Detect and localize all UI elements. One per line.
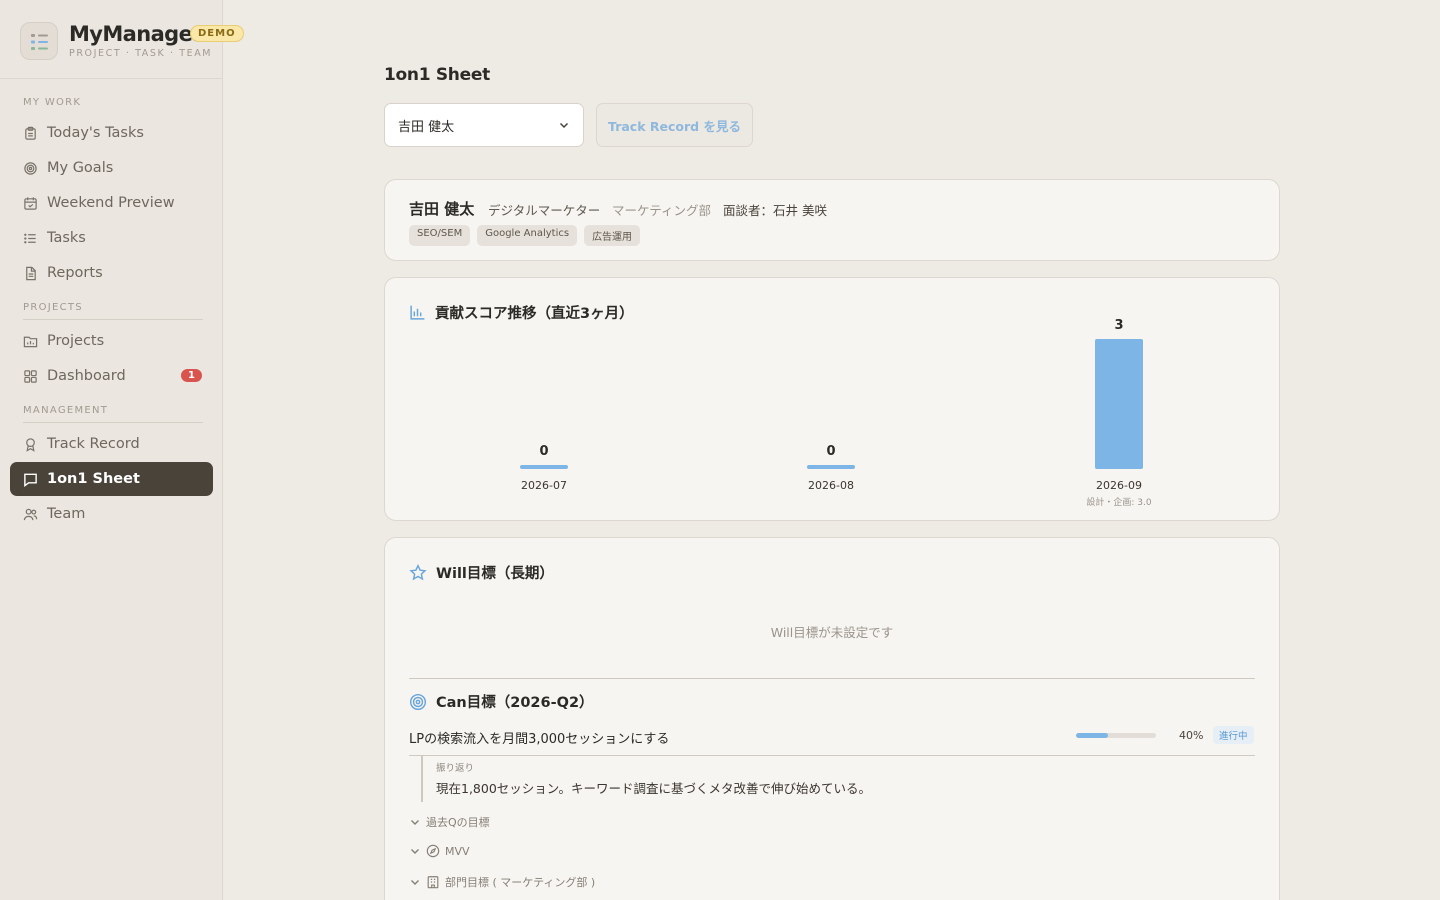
sidebar-item-my-goals[interactable]: My Goals [10,151,213,185]
section-divider [23,422,203,423]
profile-name: 吉田 健太 [409,200,475,218]
member-select[interactable]: 吉田 健太 [384,103,584,147]
sidebar-item-todays-tasks[interactable]: Today's Tasks [10,116,213,150]
sidebar-item-team[interactable]: Team [10,497,213,531]
app-subtitle: PROJECT · TASK · TEAM [69,48,213,59]
target-icon [409,693,427,710]
goal-progress-bar [1076,733,1156,738]
calendar-icon [24,196,37,210]
sidebar-item-label: Dashboard [47,368,126,384]
chart-tick-label: 2026-08 [808,479,854,492]
app-logo-icon[interactable] [20,22,58,60]
profile-interviewer: 面談者：石井 美咲 [723,203,827,218]
clipboard-icon [25,126,36,140]
chevron-down-icon [411,820,419,825]
skill-tag: Google Analytics [477,225,578,246]
sidebar-item-track-record[interactable]: Track Record [10,427,213,461]
grid-icon [24,369,37,383]
can-heading: Can目標（2026-Q2） [409,691,594,712]
list-icon [24,233,36,243]
sidebar-item-label: 1on1 Sheet [47,471,140,487]
member-select-value: 吉田 健太 [398,119,455,135]
sidebar-item-label: Today's Tasks [47,125,144,141]
collapsible-past-goals[interactable]: 過去Qの目標 [409,814,490,830]
skill-tag: 広告運用 [584,225,641,246]
chevron-down-icon [411,849,419,854]
document-icon [26,266,36,280]
star-icon [409,563,427,580]
brand-header: MyManager DEMO PROJECT · TASK · TEAM [0,0,244,79]
reflection-text: 現在1,800セッション。キーワード調査に基づくメタ改善で伸び始めている。 [436,781,872,796]
sidebar-item-reports[interactable]: Reports [10,256,213,290]
collapsible-department-goals[interactable]: 部門目標 ( マーケティング部 ) [409,874,595,890]
goal-progress-percent: 40% [1179,729,1204,742]
building-icon [427,876,439,889]
collapsible-label: 過去Qの目標 [426,816,490,829]
sidebar: MyManager DEMO PROJECT · TASK · TEAM MY … [0,0,244,900]
goals-card: Will目標（長期） Will目標が未設定です Can目標（2026-Q2） L… [384,537,1280,900]
chart-data-label: 0 [539,444,548,459]
profile-department: マーケティング部 [612,203,712,218]
chat-icon [24,473,37,487]
section-label-projects: PROJECTS [23,302,83,313]
folder-icon [23,336,38,347]
profile-card: 吉田 健太 デジタルマーケター マーケティング部 面談者：石井 美咲 SEO/S… [384,179,1280,261]
goal-reflection: 振り返り 現在1,800セッション。キーワード調査に基づくメタ改善で伸び始めてい… [421,756,1241,802]
sidebar-item-weekend-preview[interactable]: Weekend Preview [10,186,213,220]
sidebar-item-dashboard[interactable]: Dashboard 1 [10,359,213,393]
sidebar-item-1on1-sheet[interactable]: 1on1 Sheet [10,462,213,496]
collapsible-label: 部門目標 ( マーケティング部 ) [445,876,596,889]
sidebar-item-label: Track Record [47,436,140,452]
sidebar-item-label: My Goals [47,160,114,176]
demo-badge: DEMO [190,25,244,42]
chart-data-label: 0 [826,444,835,459]
compass-icon [426,844,440,858]
chart-annotation: 設計・企画: 3.0 [1086,496,1151,508]
goal-row[interactable]: LPの検索流入を月間3,000セッションにする 40% 進行中 [409,726,1255,756]
collapsible-mvv[interactable]: MVV [409,844,470,858]
can-title: Can目標（2026-Q2） [436,695,594,711]
notification-badge: 1 [181,369,202,382]
sidebar-item-label: Reports [47,265,103,281]
section-label-my-work: MY WORK [23,97,82,108]
sidebar-item-projects[interactable]: Projects [10,324,213,358]
score-bar-chart: 0 2026-07 0 2026-08 3 2026-09 設計・企画: 3.0 [520,318,1152,508]
section-divider [23,319,203,320]
target-icon [24,161,37,175]
chart-bar [1095,339,1143,469]
will-heading: Will目標（長期） [409,562,554,583]
chevron-down-icon [411,880,419,885]
users-icon [23,508,38,520]
sidebar-item-label: Weekend Preview [47,195,175,211]
award-icon [26,437,35,452]
collapsible-label: MVV [445,844,470,858]
chart-tick-label: 2026-09 [1096,479,1142,492]
skill-tags: SEO/SEM Google Analytics 広告運用 [409,225,641,246]
section-label-management: MANAGEMENT [23,405,109,416]
goal-text: LPの検索流入を月間3,000セッションにする [409,732,670,747]
skill-tag: SEO/SEM [409,225,471,246]
sidebar-item-label: Projects [47,333,105,349]
will-title: Will目標（長期） [436,566,554,582]
reflection-label: 振り返り [436,763,475,774]
track-record-button[interactable]: Track Record を見る [596,103,753,147]
section-divider [409,678,1255,679]
chart-tick-label: 2026-07 [521,479,567,492]
sidebar-item-tasks[interactable]: Tasks [10,221,213,255]
app-name: MyManager [69,22,203,46]
chevron-down-icon [559,122,569,129]
chart-data-label: 3 [1114,318,1123,333]
sidebar-item-label: Tasks [47,230,86,246]
contribution-score-card: 貢献スコア推移（直近3ヶ月） 0 2026-07 0 2026-08 3 2026-09 設… [384,277,1280,521]
goal-status-badge: 進行中 [1213,726,1254,744]
chart-bar [807,465,855,469]
page-title: 1on1 Sheet [384,65,490,85]
goal-progress-fill [1076,733,1108,738]
sidebar-item-label: Team [47,506,86,522]
profile-role: デジタルマーケター [488,203,601,218]
will-empty-message: Will目標が未設定です [770,625,894,640]
chart-bar [520,465,568,469]
